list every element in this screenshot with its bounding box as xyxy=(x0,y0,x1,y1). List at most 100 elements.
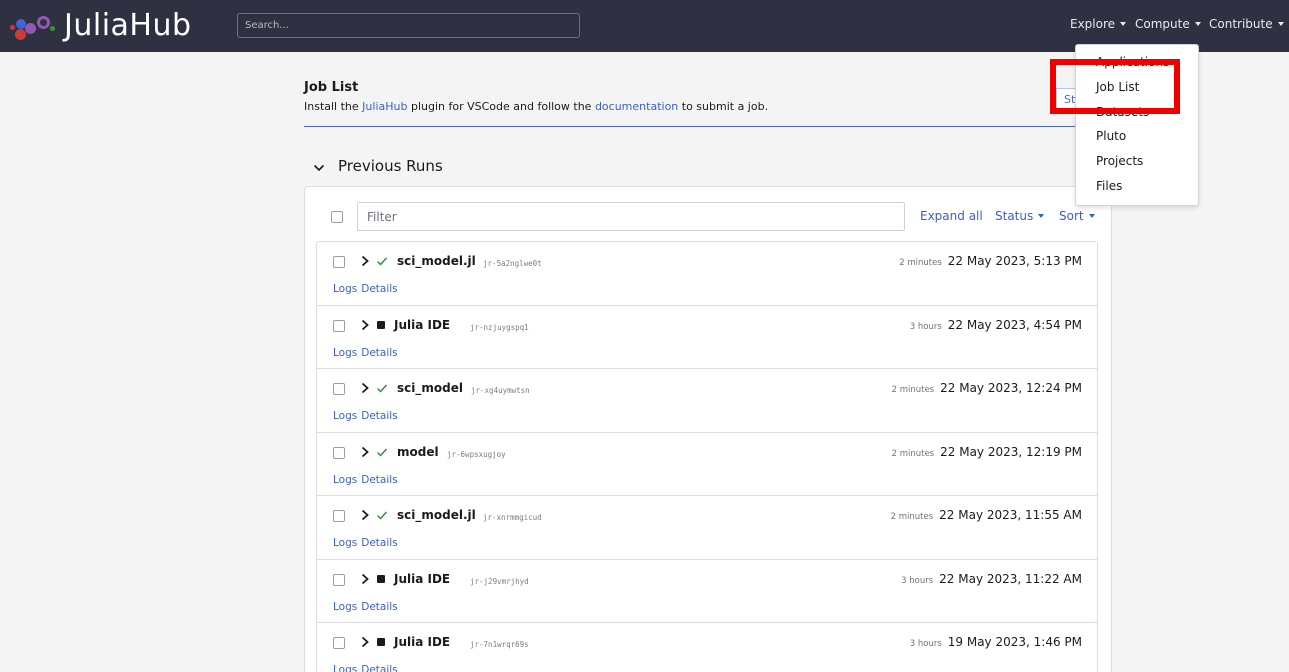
menu-item-projects[interactable]: Projects xyxy=(1096,154,1143,168)
chevron-right-icon[interactable] xyxy=(360,318,370,332)
run-duration: 2 minutes xyxy=(891,448,935,459)
page-title: Job List xyxy=(304,80,359,95)
menu-item-files[interactable]: Files xyxy=(1096,179,1122,193)
status-filter-label: Status xyxy=(995,209,1034,223)
caret-down-icon xyxy=(1194,22,1201,26)
run-checkbox[interactable] xyxy=(333,573,345,586)
run-duration: 3 hours xyxy=(909,321,942,332)
stopped-icon xyxy=(377,574,385,583)
run-row[interactable]: sci_model.jl jr-xnrmmgicud 2 minutes 22 May… xyxy=(317,496,1097,560)
run-date: 22 May 2023, 11:22 AM xyxy=(939,571,1082,586)
chevron-right-icon[interactable] xyxy=(360,572,370,586)
run-job-id: jr-xnrmmgicud xyxy=(483,513,542,522)
details-link[interactable]: Details xyxy=(361,347,397,359)
run-checkbox[interactable] xyxy=(333,510,345,522)
run-row[interactable]: sci_model jr-xg4uymwtsn 2 minutes 22 May 20… xyxy=(317,369,1097,433)
run-name[interactable]: sci_model.jl xyxy=(397,254,476,268)
run-checkbox[interactable] xyxy=(333,637,345,649)
run-links: Logs Details xyxy=(333,410,402,422)
logs-link[interactable]: Logs xyxy=(333,410,357,422)
search-input[interactable] xyxy=(237,13,580,38)
logs-link[interactable]: Logs xyxy=(333,664,357,672)
run-time-info: 3 hours 19 May 2023, 1:46 PM xyxy=(910,635,1082,649)
select-all-checkbox[interactable] xyxy=(331,211,343,223)
details-link[interactable]: Details xyxy=(361,664,397,672)
status-filter-dropdown[interactable]: Status xyxy=(995,209,1045,223)
check-icon xyxy=(377,448,388,457)
desc-text: Install the xyxy=(304,100,363,113)
details-link[interactable]: Details xyxy=(361,410,397,422)
caret-down-icon xyxy=(1277,22,1284,26)
nav-explore-menu[interactable]: Explore xyxy=(1070,17,1127,31)
nav-compute-menu[interactable]: Compute xyxy=(1135,17,1201,31)
run-row[interactable]: Julia IDE jr-7n1wrqr69s 3 hours 19 May 2023… xyxy=(317,623,1097,672)
juliahub-link[interactable]: JuliaHub xyxy=(362,100,407,113)
run-job-id: jr-6wpsxugjoy xyxy=(447,449,506,459)
details-link[interactable]: Details xyxy=(361,537,397,549)
run-links: Logs Details xyxy=(333,664,402,672)
details-link[interactable]: Details xyxy=(361,474,397,486)
stopped-icon xyxy=(377,320,385,329)
documentation-link[interactable]: documentation xyxy=(595,100,678,113)
run-row[interactable]: sci_model.jl jr-5a2nglwe0t 2 minutes 22 May… xyxy=(317,242,1097,306)
run-name[interactable]: Julia IDE xyxy=(394,318,450,332)
run-time-info: 2 minutes 22 May 2023, 5:13 PM xyxy=(899,254,1082,268)
stopped-icon xyxy=(377,638,385,646)
details-link[interactable]: Details xyxy=(361,601,397,613)
run-time-info: 2 minutes 22 May 2023, 12:19 PM xyxy=(892,445,1082,459)
logs-link[interactable]: Logs xyxy=(333,347,357,359)
chevron-right-icon[interactable] xyxy=(360,381,370,395)
chevron-right-icon[interactable] xyxy=(360,254,370,268)
run-name[interactable]: model xyxy=(397,445,439,459)
sort-dropdown[interactable]: Sort xyxy=(1059,209,1095,223)
run-date: 22 May 2023, 4:54 PM xyxy=(947,317,1082,332)
run-row[interactable]: model jr-6wpsxugjoy 2 minutes 22 May 2023, … xyxy=(317,433,1097,496)
page-description: Install the JuliaHub plugin for VSCode a… xyxy=(304,100,768,113)
details-link[interactable]: Details xyxy=(361,283,397,295)
run-name[interactable]: Julia IDE xyxy=(394,635,450,649)
chevron-right-icon[interactable] xyxy=(360,508,370,522)
header-divider xyxy=(304,126,1094,127)
check-icon xyxy=(377,511,388,520)
chevron-down-icon[interactable] xyxy=(313,162,325,174)
menu-item-pluto[interactable]: Pluto xyxy=(1096,129,1126,143)
previous-runs-title[interactable]: Previous Runs xyxy=(338,157,443,175)
run-duration: 3 hours xyxy=(901,575,934,586)
juliahub-logo[interactable]: JuliaHub xyxy=(8,8,192,44)
run-name[interactable]: Julia IDE xyxy=(394,572,450,586)
nav-contribute-menu[interactable]: Contribute xyxy=(1209,17,1284,31)
expand-all-button[interactable]: Expand all xyxy=(920,209,983,223)
logs-link[interactable]: Logs xyxy=(333,474,357,486)
nav-contribute-label: Contribute xyxy=(1209,17,1273,31)
run-name[interactable]: sci_model xyxy=(397,381,463,395)
run-row[interactable]: Julia IDE jr-nzjuygspq1 3 hours 22 May 2023… xyxy=(317,306,1097,369)
logs-link[interactable]: Logs xyxy=(333,537,357,549)
sort-label: Sort xyxy=(1059,209,1084,223)
logs-link[interactable]: Logs xyxy=(333,283,357,295)
run-checkbox[interactable] xyxy=(333,383,345,395)
run-row[interactable]: Julia IDE jr-j29vmrjhyd 3 hours 22 May 2023… xyxy=(317,560,1097,623)
run-date: 22 May 2023, 12:19 PM xyxy=(940,444,1082,459)
chevron-right-icon[interactable] xyxy=(360,635,370,649)
run-date: 22 May 2023, 12:24 PM xyxy=(940,381,1082,395)
run-time-info: 3 hours 22 May 2023, 11:22 AM xyxy=(901,572,1082,586)
chevron-right-icon[interactable] xyxy=(360,445,370,459)
run-name[interactable]: sci_model.jl xyxy=(397,508,476,522)
run-checkbox[interactable] xyxy=(333,319,345,332)
run-checkbox[interactable] xyxy=(333,256,345,268)
run-checkbox[interactable] xyxy=(333,446,345,459)
run-links: Logs Details xyxy=(333,283,402,295)
run-time-info: 2 minutes 22 May 2023, 12:24 PM xyxy=(892,381,1082,395)
filter-input[interactable] xyxy=(357,202,905,231)
run-duration: 3 hours xyxy=(909,639,942,649)
run-job-id: jr-5a2nglwe0t xyxy=(483,259,542,268)
logs-link[interactable]: Logs xyxy=(333,601,357,613)
brand-name: JuliaHub xyxy=(64,8,192,43)
run-links: Logs Details xyxy=(333,537,402,549)
run-job-id: jr-j29vmrjhyd xyxy=(470,576,529,586)
check-icon xyxy=(377,257,388,266)
run-job-id: jr-nzjuygspq1 xyxy=(470,322,529,332)
run-links: Logs Details xyxy=(333,474,402,486)
run-duration: 2 minutes xyxy=(891,385,935,395)
run-links: Logs Details xyxy=(333,601,402,613)
